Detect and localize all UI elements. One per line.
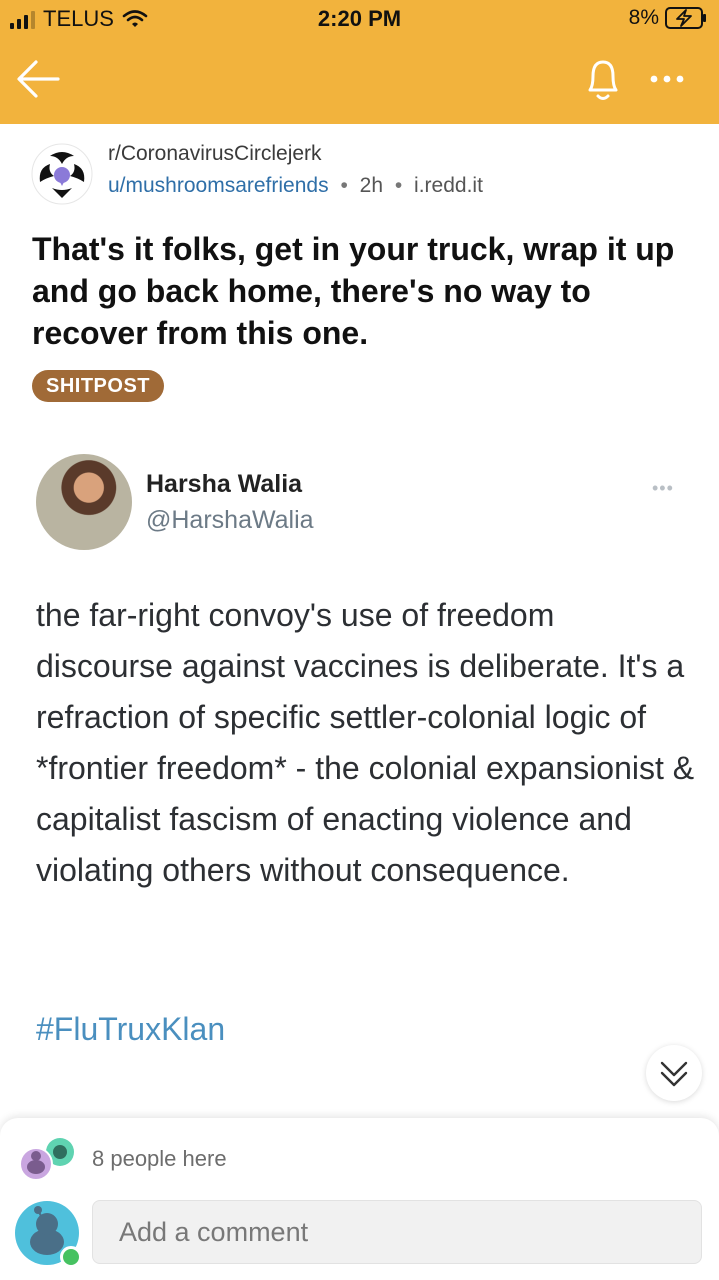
tweet-avatar	[36, 454, 132, 550]
status-time: 2:20 PM	[317, 6, 402, 31]
people-here-count: 8 people here	[92, 1146, 227, 1171]
subreddit-icon[interactable]	[30, 142, 94, 206]
online-status-dot	[60, 1246, 82, 1268]
battery-charging-icon	[665, 7, 706, 29]
tweet-author-name: Harsha Walia	[146, 470, 303, 498]
tweet-text: the far-right convoy's use of freedom di…	[36, 597, 695, 888]
tweet-author-handle: @HarshaWalia	[146, 506, 314, 534]
comment-input[interactable]: Add a comment	[92, 1200, 702, 1264]
post-age: 2h	[359, 174, 383, 197]
bell-icon[interactable]	[578, 54, 628, 106]
subreddit-name[interactable]: r/CoronavirusCirclejerk	[108, 142, 322, 166]
status-bar: TELUS 2:20 PM 8%	[0, 0, 719, 40]
post-meta: u/mushroomsarefriends • 2h • i.redd.it	[108, 174, 483, 198]
active-users-avatars	[19, 1138, 74, 1181]
more-options-icon[interactable]	[642, 62, 692, 96]
post-header: r/CoronavirusCirclejerk u/mushroomsarefr…	[0, 134, 719, 214]
meta-separator: •	[394, 174, 403, 197]
post-image[interactable]: Harsha Walia @HarshaWalia ••• the far-ri…	[0, 440, 719, 1090]
post-flair[interactable]: SHITPOST	[32, 370, 165, 402]
author-link[interactable]: u/mushroomsarefriends	[108, 174, 329, 197]
back-button[interactable]	[10, 54, 66, 104]
tweet-more-icon: •••	[652, 478, 674, 498]
app-header: TELUS 2:20 PM 8%	[0, 0, 719, 124]
comment-panel: 8 people here Add a comment	[0, 1118, 719, 1280]
battery-percent: 8%	[628, 6, 659, 29]
meta-separator: •	[340, 174, 348, 197]
scroll-to-comments-button[interactable]	[646, 1045, 702, 1101]
tweet-hashtag: #FluTruxKlan	[36, 1011, 226, 1047]
post-title: That's it folks, get in your truck, wrap…	[32, 231, 675, 351]
post-domain[interactable]: i.redd.it	[414, 174, 483, 197]
